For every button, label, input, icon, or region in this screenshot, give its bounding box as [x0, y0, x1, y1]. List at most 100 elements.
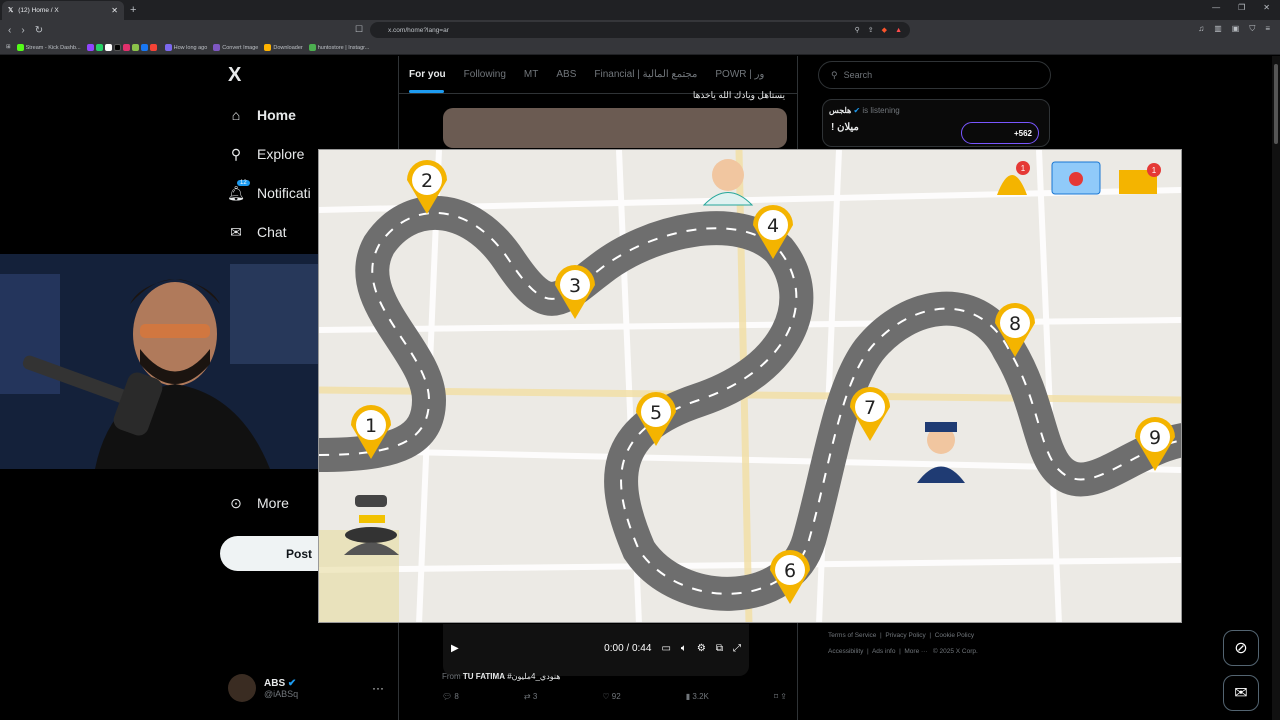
- svg-text:8: 8: [1009, 313, 1021, 335]
- roadmap-overlay: 1 2 3 4 5 6 7 8 9 1 1: [318, 149, 1182, 623]
- grok-button[interactable]: ⊘: [1223, 630, 1259, 666]
- forward-icon[interactable]: ›: [21, 25, 24, 36]
- repost-button[interactable]: ⇄ 3: [524, 692, 537, 701]
- minimize-icon[interactable]: —: [1212, 3, 1220, 12]
- bookmark-item[interactable]: Stream - Kick Dashb...: [16, 43, 81, 51]
- tab-following[interactable]: Following: [464, 69, 506, 80]
- close-tab-icon[interactable]: ✕: [111, 6, 118, 15]
- webcam-overlay: [0, 254, 320, 469]
- volume-icon[interactable]: 🔈︎: [681, 643, 687, 654]
- repost-icon: ⇄: [523, 692, 531, 701]
- streamer-webcam-image: [0, 254, 320, 469]
- settings-icon[interactable]: ⚙: [697, 643, 706, 654]
- source-name[interactable]: TU FATIMA: [463, 672, 505, 681]
- browser-tab[interactable]: 𝕏 (12) Home / X ✕: [2, 0, 124, 20]
- profile-handle: @iABSq: [264, 688, 299, 699]
- roadmap-image: 1 2 3 4 5 6 7 8 9 1 1: [319, 150, 1181, 622]
- chart-icon: ▮: [685, 692, 691, 701]
- fullscreen-icon[interactable]: ⤢: [733, 643, 741, 654]
- messages-button[interactable]: ✉: [1223, 675, 1259, 711]
- mail-count: 1: [1152, 166, 1157, 175]
- verified-icon: ✔: [287, 677, 297, 689]
- footer-link[interactable]: Cookie Policy: [935, 632, 974, 639]
- svg-text:7: 7: [864, 397, 876, 419]
- bookmarks-bar: ⊞ Stream - Kick Dashb... How long ago Co…: [0, 40, 1280, 55]
- bookmark-item[interactable]: How long ago: [164, 43, 207, 51]
- footer-link[interactable]: Ads info: [872, 648, 896, 655]
- extensions-bar: ♫ ▥ ▣ ⛉ ≡: [1198, 24, 1270, 34]
- music-icon[interactable]: ♫: [1198, 24, 1204, 34]
- grok-icon: ⊘: [1234, 640, 1248, 657]
- tab-financial[interactable]: Financial | مجتمع المالية: [594, 69, 697, 80]
- footer-link[interactable]: Accessibility: [828, 648, 863, 655]
- space-title: ! ميلان: [831, 122, 859, 133]
- video-controls: ▶ 0:00 / 0:44 ▭ 🔈︎ ⚙ ⧉ ⤢: [451, 643, 741, 654]
- search-icon: ⚲: [831, 69, 838, 80]
- video-time: 0:00 / 0:44: [604, 643, 652, 654]
- tab-powr[interactable]: POWR | ور: [715, 69, 764, 80]
- share-icon[interactable]: ⇪: [868, 26, 874, 34]
- sidebar-icon[interactable]: ▥: [1214, 24, 1222, 34]
- reload-icon[interactable]: ↻: [35, 25, 43, 36]
- bookmark-item[interactable]: huntostore | Instagr...: [308, 43, 369, 51]
- wallet-icon[interactable]: ▣: [1232, 24, 1240, 34]
- mail-icon: ✉: [230, 223, 242, 240]
- sidebar-item-explore[interactable]: ⚲ Explore: [227, 145, 305, 163]
- vpn-icon[interactable]: ⛉: [1249, 24, 1255, 34]
- sidebar-item-label: Chat: [257, 224, 287, 240]
- footer-link[interactable]: More ···: [904, 648, 927, 655]
- new-tab-button[interactable]: +: [130, 4, 136, 16]
- brave-rewards-icon[interactable]: ▲: [895, 27, 902, 34]
- bookmark-item[interactable]: Downloader: [264, 43, 303, 51]
- menu-icon[interactable]: ≡: [1265, 24, 1270, 34]
- bookmark-button[interactable]: ⌑ ⇪: [774, 692, 787, 701]
- hashtag[interactable]: #هنودي_4مليون: [507, 672, 560, 681]
- pip-icon[interactable]: ⧉: [716, 643, 723, 654]
- zoom-icon[interactable]: ⚲: [855, 26, 860, 34]
- search-input[interactable]: ⚲ Search: [818, 61, 1051, 89]
- sidebar-item-home[interactable]: ⌂ Home: [227, 106, 296, 124]
- restore-icon[interactable]: ❐: [1238, 3, 1245, 12]
- search-placeholder: Search: [843, 70, 873, 80]
- window-controls: — ❐ ✕: [1212, 3, 1270, 12]
- mail-icon: ✉: [1234, 685, 1248, 702]
- url-text: x.com/home?lang=ar: [388, 26, 449, 34]
- more-circle-icon: ⊙: [230, 494, 242, 511]
- bell-icon: 🔔︎ 12: [227, 180, 250, 202]
- sidebar-item-more[interactable]: ⊙ More: [227, 494, 289, 512]
- play-icon[interactable]: ▶: [451, 643, 459, 654]
- feed-tabs: For you Following MT ABS Financial | مجت…: [399, 56, 797, 94]
- footer-link[interactable]: Privacy Policy: [885, 632, 925, 639]
- notification-bell-icon: 1: [997, 161, 1030, 195]
- live-space-card[interactable]: هلجس ✔ is listening ! ميلان +562: [822, 99, 1050, 147]
- account-switcher[interactable]: ABS ✔ @iABSq: [228, 674, 298, 702]
- bookmark-item[interactable]: Convert Image: [213, 43, 258, 51]
- captions-icon[interactable]: ▭: [661, 643, 670, 654]
- account-menu-icon[interactable]: ···: [372, 681, 384, 695]
- tweet-video-thumbnail[interactable]: [443, 108, 787, 148]
- bookmark-star-icon[interactable]: ☐: [355, 24, 363, 35]
- brave-shield-icon[interactable]: ◆: [882, 26, 887, 34]
- space-listeners[interactable]: +562: [961, 122, 1039, 144]
- svg-text:2: 2: [421, 170, 433, 192]
- tab-abs[interactable]: ABS: [556, 69, 576, 80]
- sidebar-item-label: Explore: [257, 146, 305, 162]
- bookmark-icon-row[interactable]: [86, 43, 159, 51]
- heart-icon: ♡: [602, 692, 610, 701]
- footer-link[interactable]: Terms of Service: [828, 632, 876, 639]
- tab-mt[interactable]: MT: [524, 69, 538, 80]
- sidebar-item-notifications[interactable]: 🔔︎ 12 Notificati: [227, 180, 311, 202]
- back-icon[interactable]: ‹: [8, 25, 11, 36]
- reply-button[interactable]: 💬︎ 8: [442, 692, 459, 701]
- tweet-source: From TU FATIMA #هنودي_4مليون: [442, 672, 561, 681]
- sidebar-item-chat[interactable]: ✉ Chat: [227, 223, 287, 241]
- views-button[interactable]: ▮ 3.2K: [686, 692, 709, 701]
- x-logo-icon[interactable]: X: [228, 64, 241, 87]
- apps-icon[interactable]: ⊞: [6, 44, 11, 50]
- page-scrollbar[interactable]: [1272, 56, 1280, 720]
- like-button[interactable]: ♡ 92: [602, 692, 620, 701]
- tab-for-you[interactable]: For you: [409, 69, 446, 80]
- url-input[interactable]: x.com/home?lang=ar ⚲ ⇪ ◆ ▲: [370, 22, 910, 38]
- close-window-icon[interactable]: ✕: [1263, 3, 1270, 12]
- address-bar-row: ‹ › ↻ ☐ x.com/home?lang=ar ⚲ ⇪ ◆ ▲ ♫ ▥ ▣…: [0, 20, 1280, 40]
